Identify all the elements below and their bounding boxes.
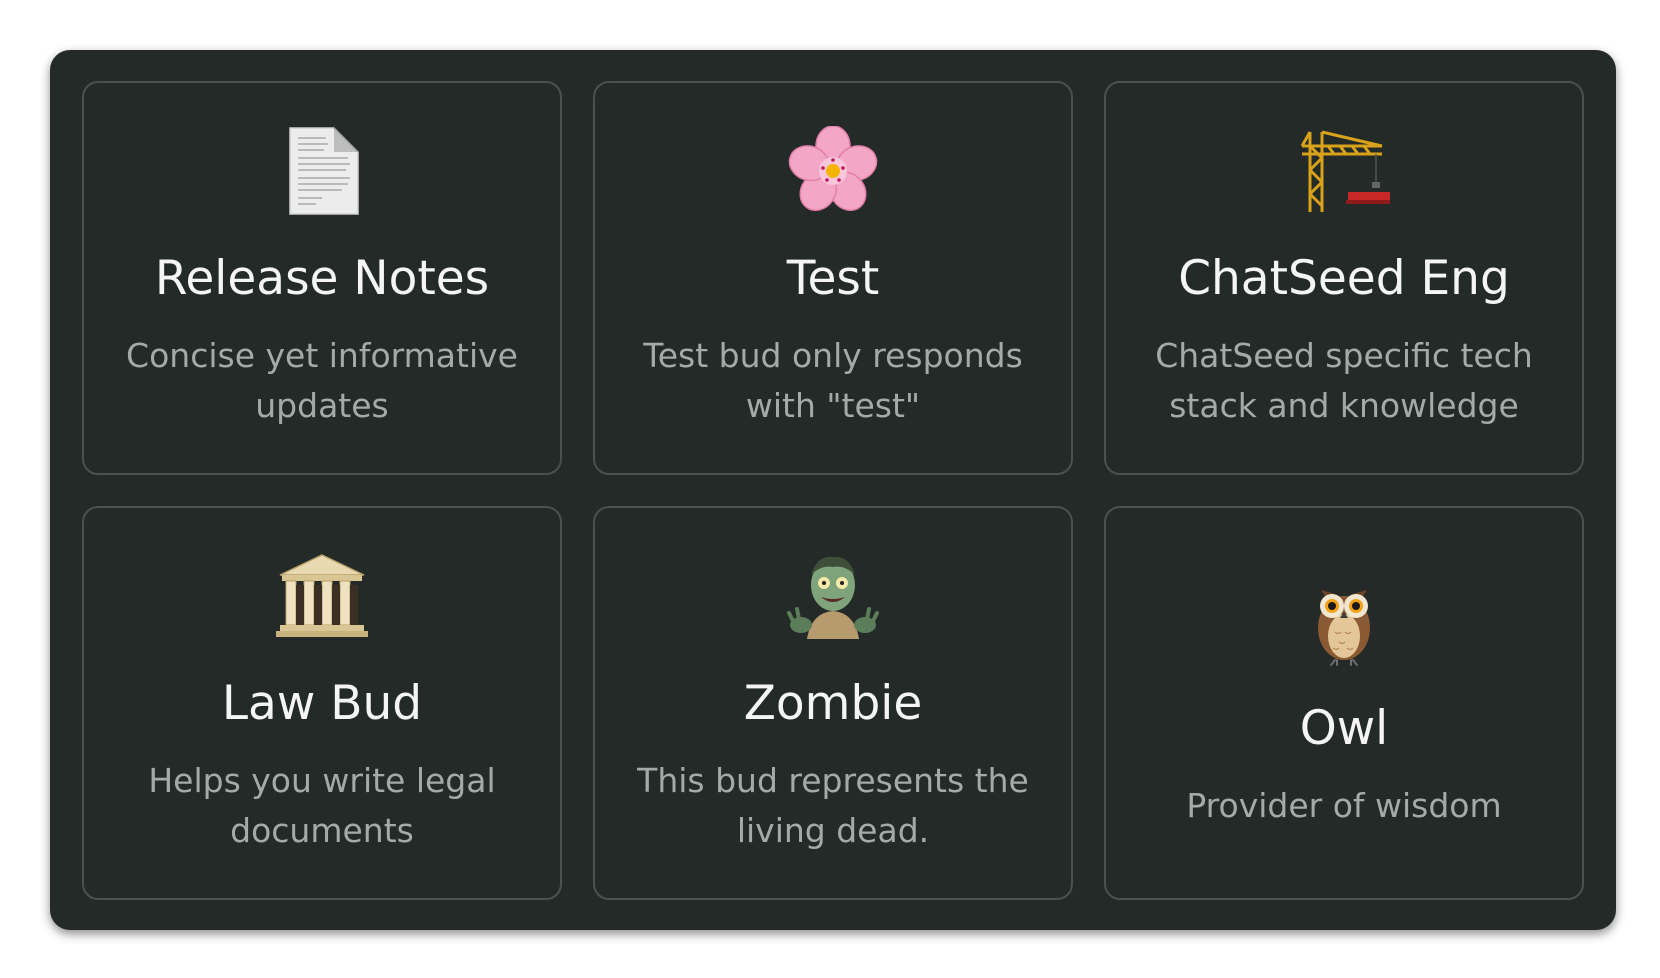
bud-selector-panel: Release Notes Concise yet informative up…	[50, 50, 1616, 930]
owl-icon	[1298, 575, 1390, 667]
cherry-blossom-icon	[787, 125, 879, 217]
bud-card-owl[interactable]: Owl Provider of wisdom	[1104, 506, 1584, 900]
bud-description: Concise yet informative updates	[126, 336, 518, 425]
bud-description: Provider of wisdom	[1186, 786, 1502, 825]
classical-building-icon	[276, 550, 368, 642]
construction-crane-icon	[1298, 125, 1390, 217]
bud-title: ChatSeed Eng	[1178, 251, 1510, 306]
bud-card-zombie[interactable]: Zombie This bud represents the living de…	[593, 506, 1073, 900]
bud-card-chatseed-eng[interactable]: ChatSeed Eng ChatSeed specific tech stac…	[1104, 81, 1584, 475]
document-icon	[276, 125, 368, 217]
bud-title: Test	[786, 251, 880, 306]
bud-card-law-bud[interactable]: Law Bud Helps you write legal documents	[82, 506, 562, 900]
bud-description: Helps you write legal documents	[148, 761, 496, 850]
bud-title: Owl	[1299, 701, 1389, 756]
bud-grid: Release Notes Concise yet informative up…	[82, 81, 1584, 900]
bud-card-test[interactable]: Test Test bud only responds with "test"	[593, 81, 1073, 475]
bud-description: ChatSeed specific tech stack and knowled…	[1155, 336, 1533, 425]
bud-description: Test bud only responds with "test"	[643, 336, 1023, 425]
bud-title: Zombie	[743, 676, 923, 731]
zombie-icon	[787, 550, 879, 642]
bud-card-release-notes[interactable]: Release Notes Concise yet informative up…	[82, 81, 562, 475]
bud-title: Law Bud	[221, 676, 423, 731]
bud-description: This bud represents the living dead.	[637, 761, 1029, 850]
bud-title: Release Notes	[154, 251, 490, 306]
